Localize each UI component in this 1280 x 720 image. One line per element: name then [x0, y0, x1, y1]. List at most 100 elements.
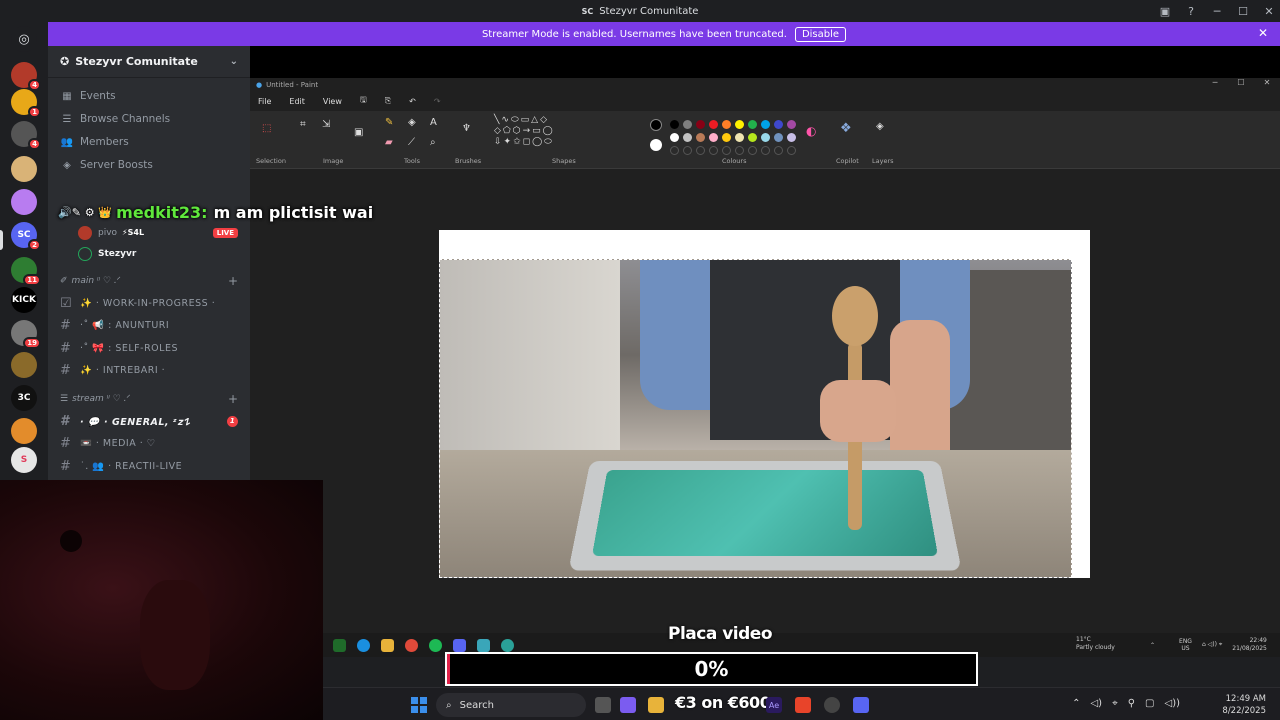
- inbox-icon[interactable]: ▣: [1154, 0, 1176, 22]
- network-icon[interactable]: ⌖: [1112, 698, 1118, 709]
- pencil-icon[interactable]: ✎: [385, 117, 393, 128]
- close-button[interactable]: ✕: [1258, 0, 1280, 22]
- mic-icon[interactable]: ⚲: [1128, 698, 1135, 709]
- edge-icon[interactable]: [357, 638, 370, 652]
- magnifier-icon[interactable]: ⌕: [430, 137, 436, 148]
- edit-colours-icon[interactable]: ◐: [806, 124, 816, 138]
- paint-taskbar-icon[interactable]: [477, 638, 490, 652]
- resize-icon[interactable]: ⇲: [322, 119, 330, 130]
- palette-swatch[interactable]: [735, 120, 744, 129]
- brave-icon[interactable]: [795, 697, 811, 713]
- layers-icon[interactable]: ◈: [876, 121, 884, 132]
- volume-icon[interactable]: ◁): [1090, 698, 1102, 709]
- palette-swatch[interactable]: [787, 120, 796, 129]
- disable-streamer-mode-button[interactable]: Disable: [794, 26, 847, 42]
- spotify-icon[interactable]: [429, 638, 442, 652]
- palette-swatch[interactable]: [709, 120, 718, 129]
- paint-close-button[interactable]: ✕: [1254, 78, 1280, 87]
- palette-swatch[interactable]: [774, 133, 783, 142]
- start-button[interactable]: [411, 697, 427, 713]
- file-explorer-taskbar-icon[interactable]: [648, 697, 664, 713]
- nav-browse-channels[interactable]: ☰ Browse Channels: [48, 108, 250, 130]
- palette-swatch[interactable]: [696, 133, 705, 142]
- server-icon-7[interactable]: KICK: [11, 287, 37, 313]
- channel-item[interactable]: # ✨ · INTREBARI ·: [48, 360, 250, 383]
- palette-swatch[interactable]: [696, 120, 705, 129]
- empty-swatch[interactable]: [787, 146, 796, 155]
- channel-item[interactable]: # ˙. 👥 · REACTII-LIVE: [48, 455, 250, 478]
- image-select-icon[interactable]: ▣: [354, 127, 363, 138]
- paint-minimize-button[interactable]: ─: [1202, 78, 1228, 87]
- server-icon-8[interactable]: 19: [11, 320, 41, 349]
- channel-item[interactable]: ☑ ✨ · WORK-IN-PROGRESS ·: [48, 292, 250, 315]
- server-icon-0[interactable]: 4: [11, 62, 41, 91]
- shapes-gallery-icon[interactable]: ╲∿⬭▭△◇ ◇⬠⬡→▭◯ ⇩✦✩◻◯⬭: [494, 115, 555, 148]
- add-channel-icon[interactable]: +: [228, 392, 238, 406]
- task-view-icon[interactable]: [595, 697, 611, 713]
- brushes-icon[interactable]: ♆: [462, 123, 471, 134]
- server-icon-10[interactable]: 3C: [11, 385, 37, 411]
- palette-swatch[interactable]: [748, 133, 757, 142]
- empty-swatch[interactable]: [696, 146, 705, 155]
- palette-swatch[interactable]: [735, 133, 744, 142]
- palette-swatch[interactable]: [774, 120, 783, 129]
- selection-tool-icon[interactable]: ⬚: [262, 123, 271, 134]
- paint-maximize-button[interactable]: ☐: [1228, 78, 1254, 87]
- category-header[interactable]: ☰ stream ᵎᵎ ♡ .ᐟ +: [48, 388, 250, 410]
- server-icon-11[interactable]: [11, 418, 37, 444]
- copilot-taskbar-icon[interactable]: [620, 697, 636, 713]
- server-icon-4[interactable]: [11, 189, 37, 215]
- empty-swatch[interactable]: [735, 146, 744, 155]
- fill-icon[interactable]: ◈: [408, 117, 416, 128]
- empty-swatch[interactable]: [709, 146, 718, 155]
- copilot-icon[interactable]: ❖: [840, 121, 852, 136]
- category-header[interactable]: ✐ main ᵎᵎ ♡ .ᐟ +: [48, 270, 250, 292]
- steam-icon[interactable]: [824, 697, 840, 713]
- undo-icon[interactable]: ↶: [409, 97, 416, 106]
- add-channel-icon[interactable]: +: [228, 274, 238, 288]
- server-icon-6[interactable]: 11: [11, 257, 41, 286]
- server-header[interactable]: ✪ Stezyvr Comunitate ⌄: [48, 46, 250, 78]
- server-icon-5[interactable]: SC 2: [11, 222, 41, 251]
- pycharm-icon[interactable]: [333, 638, 346, 652]
- taskbar-clock[interactable]: 12:49 AM 8/22/2025: [1222, 693, 1266, 717]
- palette-swatch[interactable]: [722, 133, 731, 142]
- empty-swatch[interactable]: [683, 146, 692, 155]
- save-icon[interactable]: 🖫: [360, 94, 367, 108]
- discord-icon[interactable]: [453, 638, 466, 652]
- channel-item[interactable]: # ·˚ 🎀 : SELF-ROLES: [48, 337, 250, 360]
- palette-swatch[interactable]: [761, 120, 770, 129]
- discord-home-icon[interactable]: ◎: [11, 26, 37, 52]
- pasted-image-selection[interactable]: [439, 259, 1072, 578]
- channel-item[interactable]: # · 💬 · GENERAL, ᶻ𝘇𐰁 1: [48, 410, 250, 433]
- nav-events[interactable]: ▦ Events: [48, 85, 250, 107]
- maximize-button[interactable]: ☐: [1232, 0, 1254, 22]
- app-icon[interactable]: [501, 638, 514, 652]
- palette-swatch[interactable]: [748, 120, 757, 129]
- redo-icon[interactable]: ↷: [434, 97, 441, 106]
- server-icon-3[interactable]: [11, 156, 37, 182]
- palette-swatch[interactable]: [787, 133, 796, 142]
- close-banner-icon[interactable]: ✕: [1258, 26, 1268, 40]
- palette-swatch[interactable]: [709, 133, 718, 142]
- palette-swatch[interactable]: [761, 133, 770, 142]
- speaker-icon[interactable]: ◁)): [1165, 698, 1181, 709]
- color-picker-icon[interactable]: ⟋: [408, 137, 415, 148]
- text-icon[interactable]: A: [430, 117, 437, 128]
- palette-swatch[interactable]: [670, 133, 679, 142]
- server-icon-2[interactable]: 4: [11, 121, 41, 150]
- channel-item[interactable]: # ·˚ 📢 : ANUNTURI: [48, 315, 250, 338]
- server-icon-9[interactable]: [11, 352, 37, 378]
- crop-icon[interactable]: ⌗: [300, 119, 306, 130]
- server-icon-1[interactable]: 1: [11, 89, 41, 118]
- secondary-colour-swatch[interactable]: [650, 139, 662, 151]
- menu-view[interactable]: View: [323, 97, 342, 106]
- palette-swatch[interactable]: [683, 120, 692, 129]
- voice-user[interactable]: pivo ⚡S4L LIVE: [48, 222, 250, 243]
- menu-file[interactable]: File: [258, 97, 271, 106]
- empty-swatch[interactable]: [748, 146, 757, 155]
- empty-swatch[interactable]: [670, 146, 679, 155]
- help-icon[interactable]: ?: [1180, 0, 1202, 22]
- eraser-icon[interactable]: ▰: [385, 137, 393, 148]
- palette-swatch[interactable]: [683, 133, 692, 142]
